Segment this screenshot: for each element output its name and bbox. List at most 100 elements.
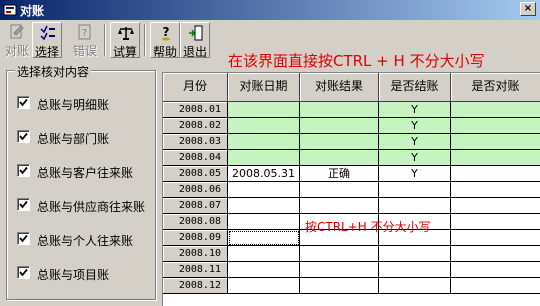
- cell-result[interactable]: [300, 198, 379, 214]
- table-row[interactable]: 2008.07: [163, 198, 540, 214]
- cell-date[interactable]: [228, 246, 300, 262]
- cell-reconciled[interactable]: [451, 230, 540, 246]
- table-row[interactable]: 2008.05 2008.05.31 正确 Y: [163, 166, 540, 182]
- cell-date[interactable]: [228, 230, 300, 246]
- cell-closed[interactable]: Y: [379, 102, 451, 118]
- cell-date[interactable]: [228, 278, 300, 294]
- table-row[interactable]: 2008.01 Y: [163, 102, 540, 118]
- cell-month[interactable]: 2008.06: [163, 182, 228, 198]
- cell-reconciled[interactable]: [451, 182, 540, 198]
- cell-month[interactable]: 2008.09: [163, 230, 228, 246]
- check-item-label: 总账与明细账: [37, 98, 110, 112]
- cell-result[interactable]: [300, 246, 379, 262]
- cell-reconciled[interactable]: [451, 150, 540, 166]
- cell-month[interactable]: 2008.04: [163, 150, 228, 166]
- toolbar-separator: [104, 24, 106, 56]
- reconcile-button[interactable]: 对账: [2, 22, 32, 58]
- cell-reconciled[interactable]: [451, 262, 540, 278]
- cell-result[interactable]: [300, 134, 379, 150]
- table-row[interactable]: 2008.02 Y: [163, 118, 540, 134]
- cell-month[interactable]: 2008.05: [163, 166, 228, 182]
- checkbox[interactable]: [17, 198, 30, 211]
- table-row[interactable]: 2008.06: [163, 182, 540, 198]
- check-item-label: 总账与项目账: [37, 268, 110, 282]
- cell-result[interactable]: [300, 118, 379, 134]
- table-row[interactable]: 2008.11: [163, 262, 540, 278]
- cell-date[interactable]: 2008.05.31: [228, 166, 300, 182]
- cell-reconciled[interactable]: [451, 166, 540, 182]
- cell-reconciled[interactable]: [451, 198, 540, 214]
- column-header[interactable]: 月份: [163, 73, 228, 102]
- column-header[interactable]: 是否结账: [379, 73, 451, 102]
- checkmark-icon: [19, 98, 28, 107]
- table-row[interactable]: 2008.10: [163, 246, 540, 262]
- error-button[interactable]: ? 错误: [70, 22, 100, 58]
- checkbox[interactable]: [17, 96, 30, 109]
- checkbox[interactable]: [17, 232, 30, 245]
- error-button-label: 错误: [72, 44, 97, 58]
- checkmark-icon: [19, 132, 28, 141]
- cell-reconciled[interactable]: [451, 102, 540, 118]
- cell-reconciled[interactable]: [451, 246, 540, 262]
- column-header[interactable]: 是否对账: [451, 73, 540, 102]
- cell-date[interactable]: [228, 118, 300, 134]
- cell-closed[interactable]: [379, 182, 451, 198]
- cell-closed[interactable]: Y: [379, 166, 451, 182]
- help-button-label: 帮助: [152, 45, 177, 59]
- svg-text:?: ?: [163, 25, 170, 39]
- cell-closed[interactable]: Y: [379, 118, 451, 134]
- cell-result[interactable]: [300, 262, 379, 278]
- table-row[interactable]: 2008.04 Y: [163, 150, 540, 166]
- cell-closed[interactable]: [379, 262, 451, 278]
- cell-month[interactable]: 2008.12: [163, 278, 228, 294]
- check-item-label: 总账与客户往来账: [37, 166, 134, 180]
- cell-month[interactable]: 2008.08: [163, 214, 228, 230]
- error-doc-icon: ?: [78, 24, 91, 40]
- cell-month[interactable]: 2008.02: [163, 118, 228, 134]
- cell-reconciled[interactable]: [451, 214, 540, 230]
- cell-date[interactable]: [228, 134, 300, 150]
- cell-closed[interactable]: [379, 246, 451, 262]
- close-button[interactable]: ×: [520, 2, 536, 16]
- cell-date[interactable]: [228, 150, 300, 166]
- app-icon: [3, 4, 17, 16]
- cell-month[interactable]: 2008.11: [163, 262, 228, 278]
- reconcile-icon: [10, 24, 24, 39]
- cell-date[interactable]: [228, 262, 300, 278]
- checkbox[interactable]: [17, 164, 30, 177]
- cell-date[interactable]: [228, 198, 300, 214]
- cell-reconciled[interactable]: [451, 278, 540, 294]
- column-header[interactable]: 对账日期: [228, 73, 300, 102]
- cell-month[interactable]: 2008.10: [163, 246, 228, 262]
- check-item-label: 总账与供应商往来账: [37, 200, 146, 214]
- cell-date[interactable]: [228, 214, 300, 230]
- shortcut-notice: 在该界面直接按CTRL + H 不分大小写: [228, 52, 485, 70]
- cell-date[interactable]: [228, 102, 300, 118]
- cell-month[interactable]: 2008.03: [163, 134, 228, 150]
- column-header[interactable]: 对账结果: [300, 73, 379, 102]
- reconcile-grid: 月份 对账日期 对账结果 是否结账 是否对账 2008.01 Y 2008.02 Y 2…: [162, 72, 540, 306]
- help-button[interactable]: ? 帮助: [150, 22, 180, 59]
- exit-button[interactable]: 退出: [180, 22, 210, 59]
- trial-balance-button[interactable]: 试算: [110, 22, 140, 59]
- checkbox[interactable]: [17, 266, 30, 279]
- cell-result[interactable]: [300, 278, 379, 294]
- cell-result[interactable]: [300, 102, 379, 118]
- cell-closed[interactable]: Y: [379, 150, 451, 166]
- cell-reconciled[interactable]: [451, 134, 540, 150]
- select-button[interactable]: 选择: [32, 22, 62, 59]
- cell-month[interactable]: 2008.07: [163, 198, 228, 214]
- cell-closed[interactable]: Y: [379, 134, 451, 150]
- cell-result[interactable]: [300, 150, 379, 166]
- cell-result[interactable]: [300, 182, 379, 198]
- table-row[interactable]: 2008.12: [163, 278, 540, 294]
- exit-button-label: 退出: [182, 45, 207, 59]
- cell-date[interactable]: [228, 182, 300, 198]
- checkbox[interactable]: [17, 130, 30, 143]
- cell-closed[interactable]: [379, 198, 451, 214]
- cell-month[interactable]: 2008.01: [163, 102, 228, 118]
- cell-result[interactable]: 正确: [300, 166, 379, 182]
- cell-reconciled[interactable]: [451, 118, 540, 134]
- cell-closed[interactable]: [379, 278, 451, 294]
- table-row[interactable]: 2008.03 Y: [163, 134, 540, 150]
